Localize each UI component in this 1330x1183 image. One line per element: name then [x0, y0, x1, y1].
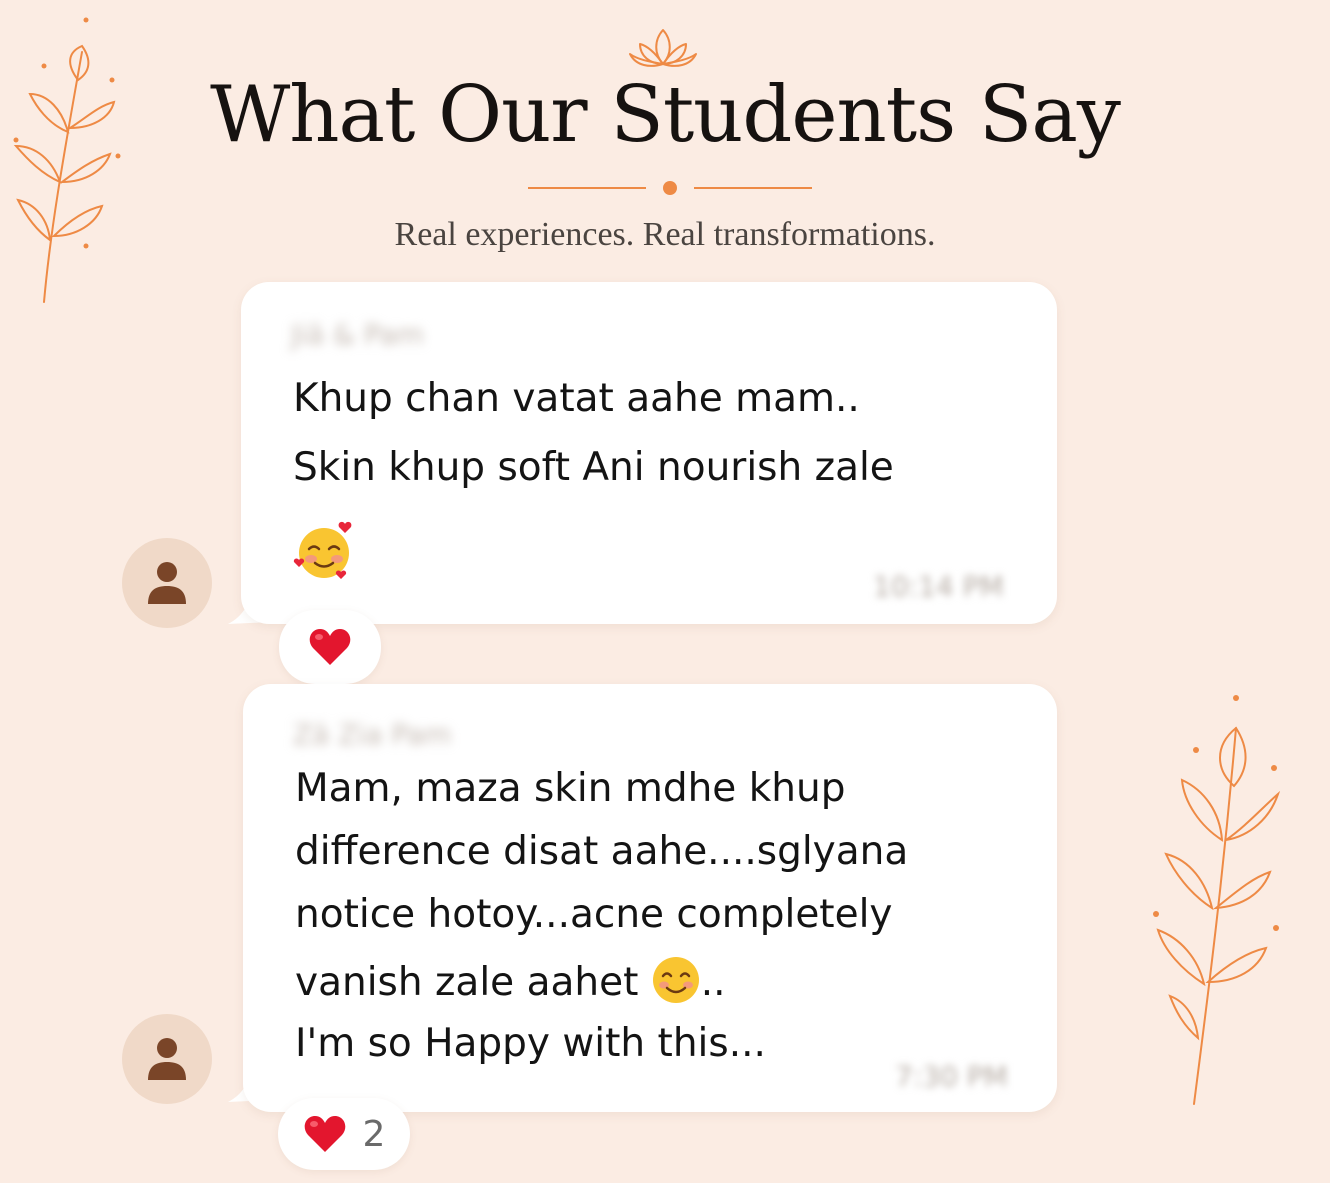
lotus-icon — [629, 29, 697, 67]
sender-name: Jiā & Pam — [291, 318, 424, 351]
person-icon — [148, 1038, 186, 1080]
avatar — [122, 538, 212, 628]
title-divider — [528, 181, 812, 195]
person-icon — [148, 562, 186, 604]
message-time: 7:30 PM — [895, 1060, 1008, 1093]
message-text: Khup chan vatat aahe mam.. Skin khup sof… — [293, 376, 894, 490]
leaf-branch-icon — [1153, 695, 1281, 1105]
heart-icon — [309, 629, 351, 665]
leaf-branch-icon — [13, 17, 121, 303]
sender-name: Zā Zia Pam — [293, 718, 452, 751]
page-subtitle: Real experiences. Real transformations. — [394, 216, 936, 253]
reaction-badge[interactable]: 2 — [278, 1098, 410, 1170]
reaction-count: 2 — [362, 1113, 386, 1155]
message-time: 10:14 PM — [873, 570, 1004, 603]
testimonial-card: Zā Zia Pam Mam, maza skin mdhe khup diff… — [243, 684, 1057, 1112]
smiling-face-icon — [652, 957, 699, 1003]
message-text: Mam, maza skin mdhe khup difference disa… — [295, 766, 909, 1066]
testimonial-card: Jiā & Pam Khup chan vatat aahe mam.. Ski… — [241, 282, 1057, 624]
reaction-badge[interactable] — [279, 610, 381, 684]
smiling-face-with-hearts-icon — [293, 521, 352, 579]
page-title: What Our Students Say — [210, 70, 1121, 160]
avatar — [122, 1014, 212, 1104]
heart-icon — [304, 1116, 345, 1152]
